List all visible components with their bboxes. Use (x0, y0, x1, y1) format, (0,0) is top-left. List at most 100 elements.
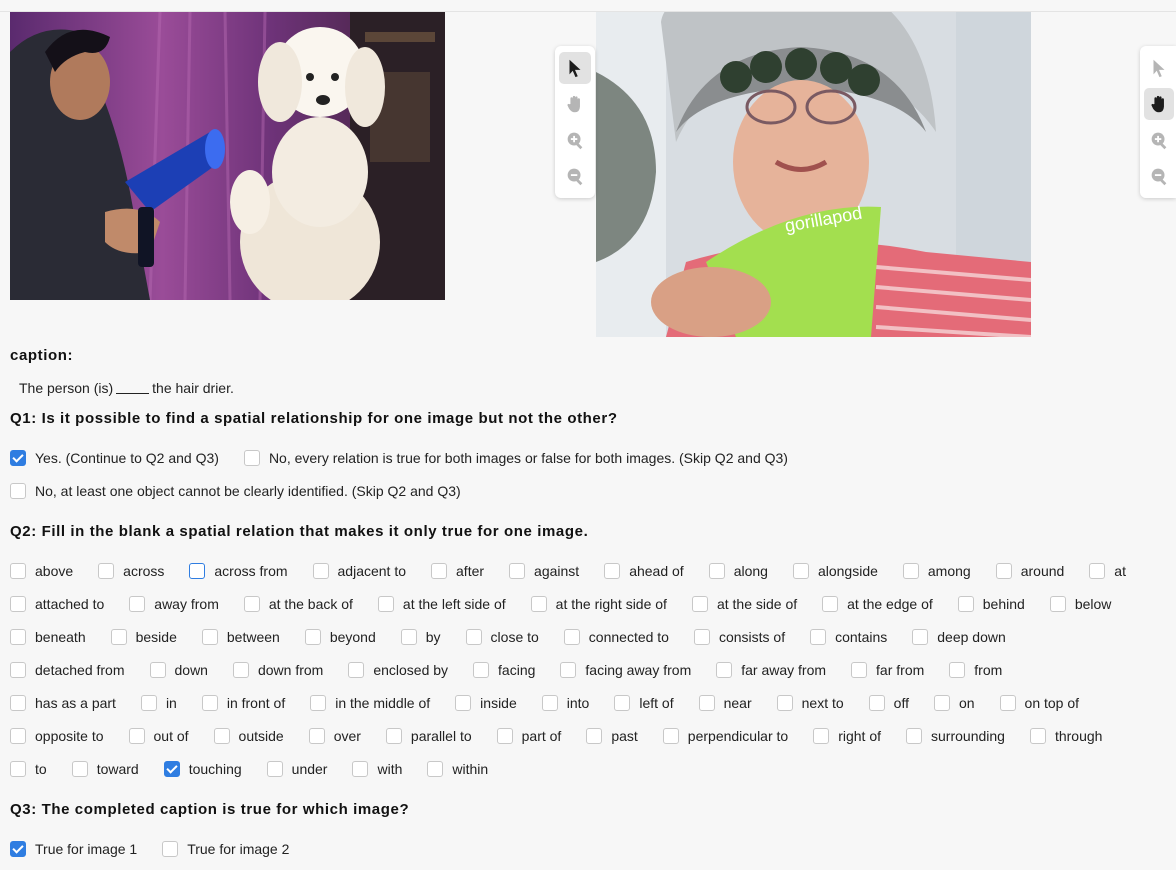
relation-option-in-front-of[interactable]: in front of (201, 695, 285, 711)
checkbox[interactable] (822, 596, 839, 612)
checkbox[interactable] (128, 728, 145, 744)
checkbox[interactable] (129, 596, 146, 612)
checkbox[interactable] (10, 563, 26, 579)
checkbox[interactable] (586, 728, 603, 744)
checkbox[interactable] (243, 450, 260, 466)
relation-option-next-to[interactable]: next to (776, 695, 844, 711)
checkbox[interactable] (189, 563, 206, 579)
zoom-in-tool-button[interactable] (559, 124, 591, 156)
checkbox[interactable] (348, 662, 365, 678)
relation-option-at-the-back-of[interactable]: at the back of (243, 596, 353, 612)
checkbox[interactable] (496, 728, 513, 744)
relation-option-outside[interactable]: outside (213, 728, 284, 744)
relation-option-within[interactable]: within (427, 761, 488, 777)
checkbox[interactable] (10, 596, 26, 612)
relation-option-alongside[interactable]: alongside (792, 563, 878, 579)
relation-option-on-top-of[interactable]: on top of (999, 695, 1079, 711)
q1-option-no-object-unclear[interactable]: No, at least one object cannot be clearl… (10, 483, 461, 499)
checkbox[interactable] (530, 596, 547, 612)
relation-option-close-to[interactable]: close to (465, 629, 539, 645)
relation-option-behind[interactable]: behind (957, 596, 1025, 612)
checkbox[interactable] (465, 629, 482, 645)
checkbox[interactable] (1089, 563, 1106, 579)
relation-option-from[interactable]: from (949, 662, 1002, 678)
relation-option-under[interactable]: under (266, 761, 327, 777)
checkbox[interactable] (201, 695, 218, 711)
zoom-in-tool-button[interactable] (1144, 124, 1174, 156)
checkbox[interactable] (98, 563, 115, 579)
relation-option-adjacent-to[interactable]: adjacent to (312, 563, 406, 579)
relation-option-away-from[interactable]: away from (129, 596, 219, 612)
checkbox[interactable] (851, 662, 868, 678)
relation-option-at[interactable]: at (1089, 563, 1126, 579)
relation-option-enclosed-by[interactable]: enclosed by (348, 662, 448, 678)
relation-option-below[interactable]: below (1049, 596, 1111, 612)
relation-option-toward[interactable]: toward (71, 761, 139, 777)
relation-option-off[interactable]: off (868, 695, 909, 711)
relation-option-across-from[interactable]: across from (189, 563, 288, 579)
checkbox[interactable] (999, 695, 1016, 711)
relation-option-far-away-from[interactable]: far away from (716, 662, 826, 678)
checkbox[interactable] (10, 662, 26, 678)
checkbox[interactable] (10, 761, 26, 777)
relation-option-above[interactable]: above (10, 563, 73, 579)
checkbox[interactable] (310, 695, 327, 711)
checkbox[interactable] (140, 695, 157, 711)
checkbox[interactable] (10, 841, 26, 857)
checkbox[interactable] (243, 596, 260, 612)
relation-option-surrounding[interactable]: surrounding (906, 728, 1005, 744)
checkbox[interactable] (431, 563, 448, 579)
checkbox[interactable] (10, 629, 26, 645)
relation-option-on[interactable]: on (933, 695, 975, 711)
zoom-out-tool-button[interactable] (559, 160, 591, 192)
relation-option-at-the-right-side-of[interactable]: at the right side of (530, 596, 667, 612)
checkbox[interactable] (308, 728, 325, 744)
checkbox[interactable] (716, 662, 733, 678)
checkbox[interactable] (110, 629, 127, 645)
checkbox[interactable] (691, 596, 708, 612)
relation-option-down[interactable]: down (149, 662, 208, 678)
relation-option-facing-away-from[interactable]: facing away from (560, 662, 691, 678)
relation-option-ahead-of[interactable]: ahead of (604, 563, 684, 579)
checkbox[interactable] (455, 695, 472, 711)
q3-option-image-1[interactable]: True for image 1 (10, 841, 137, 857)
relation-option-deep-down[interactable]: deep down (912, 629, 1006, 645)
checkbox[interactable] (385, 728, 402, 744)
checkbox[interactable] (149, 662, 166, 678)
relation-option-at-the-edge-of[interactable]: at the edge of (822, 596, 933, 612)
relation-option-detached-from[interactable]: detached from (10, 662, 125, 678)
checkbox[interactable] (71, 761, 88, 777)
checkbox[interactable] (1029, 728, 1046, 744)
relation-option-down-from[interactable]: down from (232, 662, 323, 678)
relation-option-facing[interactable]: facing (473, 662, 535, 678)
relation-option-after[interactable]: after (431, 563, 484, 579)
checkbox[interactable] (810, 629, 827, 645)
checkbox[interactable] (693, 629, 710, 645)
relation-option-beside[interactable]: beside (110, 629, 177, 645)
checkbox[interactable] (813, 728, 830, 744)
checkbox[interactable] (541, 695, 558, 711)
checkbox[interactable] (560, 662, 577, 678)
checkbox[interactable] (912, 629, 929, 645)
checkbox[interactable] (10, 728, 26, 744)
checkbox[interactable] (201, 629, 218, 645)
relation-option-left-of[interactable]: left of (614, 695, 674, 711)
zoom-out-tool-button[interactable] (1144, 160, 1174, 192)
q3-option-image-2[interactable]: True for image 2 (162, 841, 289, 857)
relation-option-beneath[interactable]: beneath (10, 629, 86, 645)
relation-option-consists-of[interactable]: consists of (693, 629, 785, 645)
checkbox[interactable] (868, 695, 885, 711)
checkbox[interactable] (708, 563, 725, 579)
relation-option-far-from[interactable]: far from (851, 662, 924, 678)
relation-option-into[interactable]: into (541, 695, 589, 711)
relation-option-through[interactable]: through (1029, 728, 1102, 744)
pointer-tool-button[interactable] (1144, 52, 1174, 84)
checkbox[interactable] (776, 695, 793, 711)
relation-option-in-the-middle-of[interactable]: in the middle of (310, 695, 430, 711)
relation-option-in[interactable]: in (140, 695, 177, 711)
checkbox[interactable] (163, 761, 180, 777)
relation-option-out-of[interactable]: out of (128, 728, 189, 744)
checkbox[interactable] (10, 483, 26, 499)
relation-option-inside[interactable]: inside (455, 695, 517, 711)
relation-option-among[interactable]: among (902, 563, 971, 579)
